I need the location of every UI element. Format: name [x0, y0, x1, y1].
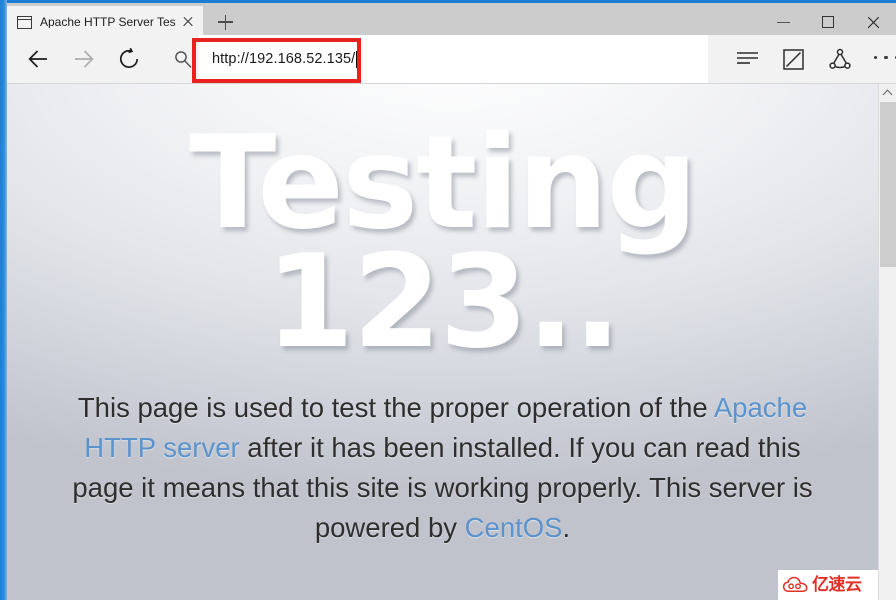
page-paragraph: This page is used to test the proper ope…	[7, 362, 878, 549]
minimize-button[interactable]	[761, 6, 806, 38]
page-favicon-icon	[17, 15, 32, 29]
address-bar[interactable]: http://192.168.52.135/	[199, 35, 708, 83]
address-bar-text: http://192.168.52.135/	[212, 50, 356, 67]
vertical-scrollbar[interactable]	[878, 84, 896, 600]
watermark-text: 亿速云	[812, 574, 862, 595]
share-icon	[829, 48, 851, 69]
close-window-button[interactable]	[851, 6, 896, 38]
web-note-button[interactable]	[771, 35, 817, 83]
refresh-icon	[119, 47, 139, 68]
search-icon	[175, 51, 192, 68]
page-viewport: Testing 123.. This page is used to test …	[7, 84, 896, 600]
refresh-button[interactable]	[107, 35, 153, 83]
reading-view-button[interactable]	[725, 35, 771, 83]
tab-strip: Apache HTTP Server Tes	[0, 0, 896, 38]
pen-square-icon	[783, 49, 804, 70]
window-controls	[761, 6, 896, 38]
window-left-border	[0, 0, 7, 600]
browser-tab[interactable]: Apache HTTP Server Tes	[7, 6, 203, 38]
navigation-toolbar: http://192.168.52.135/	[7, 35, 896, 84]
scrollbar-thumb[interactable]	[880, 102, 896, 267]
page-title: Testing 123..	[7, 84, 878, 378]
page-content: Testing 123.. This page is used to test …	[7, 84, 878, 600]
tab-title: Apache HTTP Server Tes	[40, 16, 176, 28]
close-tab-icon[interactable]	[179, 13, 197, 31]
cloud-logo-icon	[783, 576, 808, 592]
ellipsis-icon	[874, 56, 896, 60]
forward-button[interactable]	[61, 35, 107, 83]
paragraph-text-1: This page is used to test the proper ope…	[77, 392, 714, 424]
arrow-left-icon	[28, 50, 47, 68]
browser-window: Apache HTTP Server Tes http://192.168.52…	[0, 0, 896, 600]
arrow-right-icon	[75, 50, 94, 68]
maximize-button[interactable]	[806, 6, 851, 38]
hero-line-2: 123..	[265, 228, 621, 378]
paragraph-text-3: .	[562, 512, 571, 544]
reading-view-icon	[737, 52, 758, 64]
back-button[interactable]	[15, 35, 61, 83]
address-search-icon-button[interactable]	[167, 35, 199, 83]
new-tab-button[interactable]	[205, 6, 245, 38]
text-cursor	[356, 50, 358, 68]
more-options-button[interactable]	[863, 35, 896, 83]
centos-link[interactable]: CentOS	[465, 512, 563, 543]
share-button[interactable]	[817, 35, 863, 83]
watermark: 亿速云	[778, 570, 878, 600]
scroll-up-arrow-icon[interactable]	[879, 84, 896, 101]
scrollbar-track[interactable]	[880, 267, 896, 600]
